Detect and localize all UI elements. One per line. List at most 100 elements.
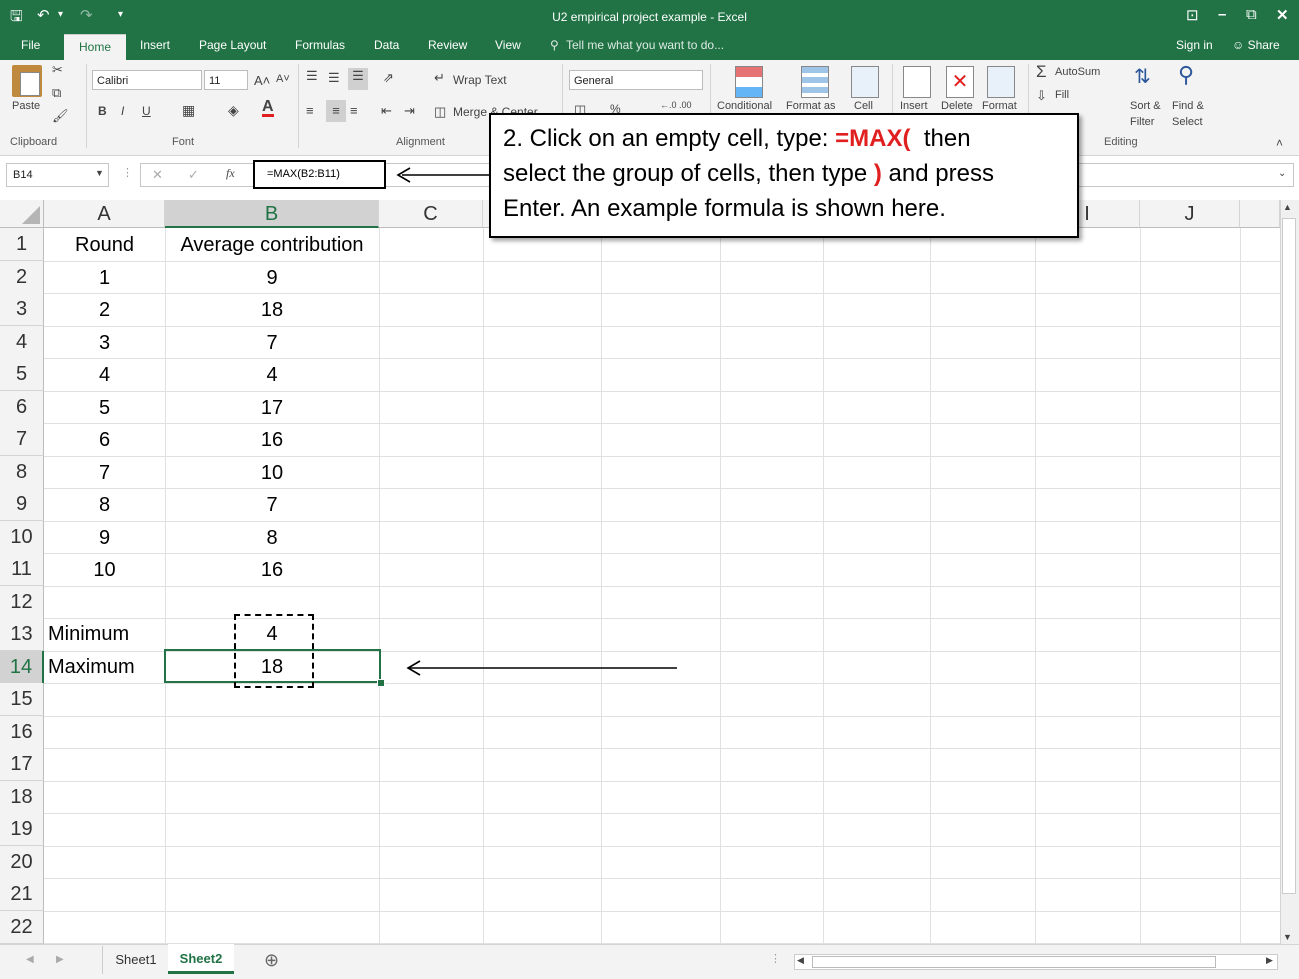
column-header-c[interactable]: C xyxy=(379,200,483,228)
cell-a4[interactable]: 3 xyxy=(44,327,165,359)
row-header-8[interactable]: 8 xyxy=(0,455,44,489)
row-header-22[interactable]: 22 xyxy=(0,910,44,944)
format-cells-button[interactable]: Format xyxy=(982,100,1017,112)
fill-color-icon[interactable]: ◈ xyxy=(228,102,239,119)
row-header-13[interactable]: 13 xyxy=(0,618,44,651)
cell-a9[interactable]: 8 xyxy=(44,489,165,521)
align-top-icon[interactable]: ☰ xyxy=(306,68,318,84)
cell-b1[interactable]: Average contribution xyxy=(165,229,379,261)
cell-a6[interactable]: 5 xyxy=(44,392,165,424)
tab-view[interactable]: View xyxy=(495,38,521,52)
row-header-16[interactable]: 16 xyxy=(0,715,44,749)
row-header-5[interactable]: 5 xyxy=(0,358,44,391)
format-painter-icon[interactable]: 🖌 xyxy=(52,108,69,124)
row-header-17[interactable]: 17 xyxy=(0,748,44,781)
paste-button[interactable]: Paste xyxy=(12,100,40,112)
minimize-icon[interactable]: – xyxy=(1218,6,1226,23)
orientation-icon[interactable]: ⇗ xyxy=(383,70,394,86)
scroll-down-icon[interactable]: ▼ xyxy=(1283,932,1292,942)
cell-a3[interactable]: 2 xyxy=(44,294,165,326)
cell-a7[interactable]: 6 xyxy=(44,424,165,456)
row-header-12[interactable]: 12 xyxy=(0,585,44,619)
format-as-table-button[interactable]: Format as xyxy=(786,100,836,112)
share-button[interactable]: ☺ Share xyxy=(1232,38,1280,52)
cell-a13[interactable]: Minimum xyxy=(48,618,165,650)
insert-cells-button[interactable]: Insert xyxy=(900,100,928,112)
scroll-right-icon[interactable]: ▶ xyxy=(1266,955,1273,966)
cell-b9[interactable]: 7 xyxy=(165,489,379,521)
vertical-scroll-thumb[interactable] xyxy=(1282,218,1296,894)
align-middle-icon[interactable]: ☰ xyxy=(328,70,340,86)
increase-indent-icon[interactable]: ⇥ xyxy=(404,103,415,119)
autosum-button[interactable]: AutoSum xyxy=(1055,66,1100,78)
column-header-a[interactable]: A xyxy=(44,200,165,228)
tab-home[interactable]: Home xyxy=(64,34,126,62)
cancel-icon[interactable]: ✕ xyxy=(152,167,163,183)
row-header-15[interactable]: 15 xyxy=(0,683,44,716)
row-header-14[interactable]: 14 xyxy=(0,650,44,684)
bold-button[interactable]: B xyxy=(98,104,107,118)
align-left-icon[interactable]: ≡ xyxy=(306,103,314,118)
cell-styles-button[interactable]: Cell xyxy=(854,100,873,112)
shrink-font-icon[interactable]: A˅ xyxy=(276,73,290,85)
autosum-icon[interactable]: Σ xyxy=(1036,62,1047,82)
scroll-left-icon[interactable]: ◀ xyxy=(797,955,804,966)
row-header-4[interactable]: 4 xyxy=(0,325,44,359)
select-all-corner[interactable] xyxy=(0,200,44,228)
tab-insert[interactable]: Insert xyxy=(140,38,170,52)
align-center-icon[interactable]: ≡ xyxy=(326,100,346,122)
formula-value[interactable]: =MAX(B2:B11) xyxy=(253,160,386,189)
cell-b3[interactable]: 18 xyxy=(165,294,379,326)
cut-icon[interactable]: ✂ xyxy=(52,62,63,78)
row-header-11[interactable]: 11 xyxy=(0,553,44,586)
row-header-18[interactable]: 18 xyxy=(0,780,44,814)
conditional-formatting-button[interactable]: Conditional xyxy=(717,100,772,112)
cell-a2[interactable]: 1 xyxy=(44,262,165,294)
horizontal-scroll-thumb[interactable] xyxy=(812,956,1216,968)
underline-button[interactable]: U xyxy=(142,104,151,118)
tab-data[interactable]: Data xyxy=(374,38,399,52)
delete-cells-icon[interactable]: ✕ xyxy=(946,66,974,98)
fill-down-icon[interactable]: ⇩ xyxy=(1036,88,1047,104)
cell-a11[interactable]: 10 xyxy=(44,554,165,586)
restore-icon[interactable]: ⧉ xyxy=(1246,6,1257,23)
tab-formulas[interactable]: Formulas xyxy=(295,38,345,52)
cell-styles-icon[interactable] xyxy=(851,66,879,98)
tab-page-layout[interactable]: Page Layout xyxy=(199,38,266,52)
delete-cells-button[interactable]: Delete xyxy=(941,100,973,112)
fill-button[interactable]: Fill xyxy=(1055,89,1069,101)
sheet-tab-sheet1[interactable]: Sheet1 xyxy=(102,946,169,974)
row-header-7[interactable]: 7 xyxy=(0,423,44,456)
row-header-10[interactable]: 10 xyxy=(0,520,44,554)
cell-b11[interactable]: 16 xyxy=(165,554,379,586)
tell-me-search[interactable]: Tell me what you want to do... xyxy=(566,38,724,52)
cell-a1[interactable]: Round xyxy=(44,229,165,261)
name-box-dropdown-icon[interactable]: ▼ xyxy=(95,168,104,178)
merge-icon[interactable]: ◫ xyxy=(434,104,446,120)
find-select-icon[interactable]: ⚲ xyxy=(1178,62,1194,88)
enter-icon[interactable]: ✓ xyxy=(188,167,199,183)
cell-b5[interactable]: 4 xyxy=(165,359,379,391)
tab-file[interactable]: File xyxy=(21,38,40,52)
cell-b10[interactable]: 8 xyxy=(165,522,379,554)
name-box[interactable]: B14 xyxy=(6,163,109,187)
column-header-j[interactable]: J xyxy=(1140,200,1240,228)
close-icon[interactable]: ✕ xyxy=(1276,6,1289,24)
sort-filter-icon[interactable]: ⇅ xyxy=(1134,64,1151,89)
add-sheet-icon[interactable]: ⊕ xyxy=(264,950,279,971)
font-color-icon[interactable]: A xyxy=(262,99,274,117)
insert-cells-icon[interactable] xyxy=(903,66,931,98)
cell-b7[interactable]: 16 xyxy=(165,424,379,456)
scroll-up-icon[interactable]: ▲ xyxy=(1283,202,1292,212)
font-name-select[interactable]: Calibri xyxy=(92,70,202,90)
align-right-icon[interactable]: ≡ xyxy=(350,103,358,118)
next-sheet-icon[interactable]: ▶ xyxy=(56,954,64,965)
fill-handle[interactable] xyxy=(377,679,385,687)
font-size-select[interactable]: 11 xyxy=(204,70,248,90)
grow-font-icon[interactable]: A˄ xyxy=(254,73,270,88)
sheet-tab-sheet2[interactable]: Sheet2 xyxy=(168,944,234,974)
row-header-3[interactable]: 3 xyxy=(0,293,44,326)
cell-b4[interactable]: 7 xyxy=(165,327,379,359)
sort-filter-button[interactable]: Sort & xyxy=(1130,100,1161,112)
expand-formula-bar-icon[interactable]: ⌄ xyxy=(1278,168,1286,179)
